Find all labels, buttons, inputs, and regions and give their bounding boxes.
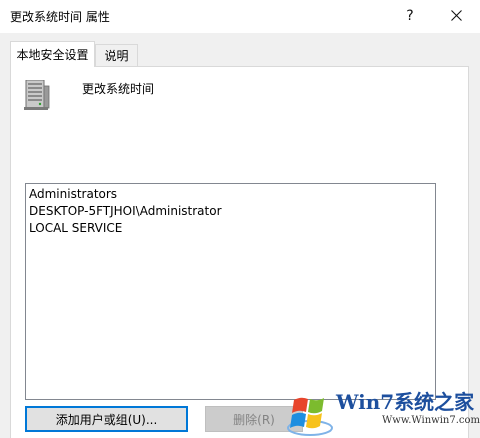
help-icon: ? [406,7,414,24]
list-item[interactable]: DESKTOP-5FTJHOI\Administrator [29,204,222,218]
window-title: 更改系统时间 属性 [10,10,110,24]
watermark-brand: Win7系统之家 [336,390,475,414]
list-item[interactable]: LOCAL SERVICE [29,221,122,235]
watermark: Win7系统之家 Www.Winwin7.com [286,382,480,438]
server-computer-icon [24,80,50,110]
tab-explain[interactable]: 说明 [95,44,138,66]
list-item[interactable]: Administrators [29,187,117,201]
policy-name: 更改系统时间 [82,82,155,96]
add-user-or-group-button[interactable]: 添加用户或组(U)... [25,406,188,432]
title-bar[interactable]: 更改系统时间 属性 ? [0,0,480,33]
windows-logo-icon [287,397,333,436]
help-button[interactable]: ? [387,0,433,31]
accounts-listbox[interactable]: Administrators DESKTOP-5FTJHOI\Administr… [25,183,436,400]
close-icon [450,10,462,21]
tab-local-security-setting[interactable]: 本地安全设置 [10,41,95,67]
watermark-url: Www.Winwin7.com [382,415,480,426]
close-button[interactable] [433,0,479,31]
properties-dialog: 更改系统时间 属性 ? 本地安全设置 说明 更改系统时间 Administrat… [0,0,480,438]
